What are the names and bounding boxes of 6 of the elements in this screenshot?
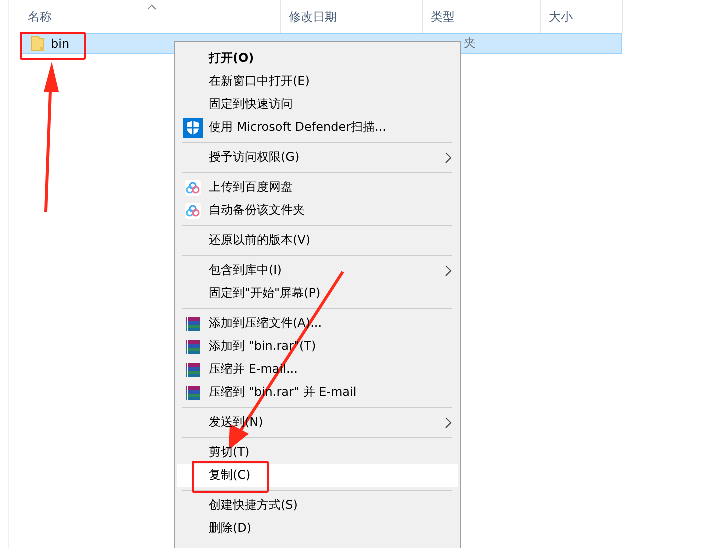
column-label: 类型 [431, 10, 455, 24]
column-label: 名称 [28, 10, 52, 24]
file-type: 夹 [464, 35, 476, 52]
column-label: 大小 [549, 10, 573, 24]
column-label: 修改日期 [289, 10, 337, 24]
file-name: bin [51, 36, 70, 50]
